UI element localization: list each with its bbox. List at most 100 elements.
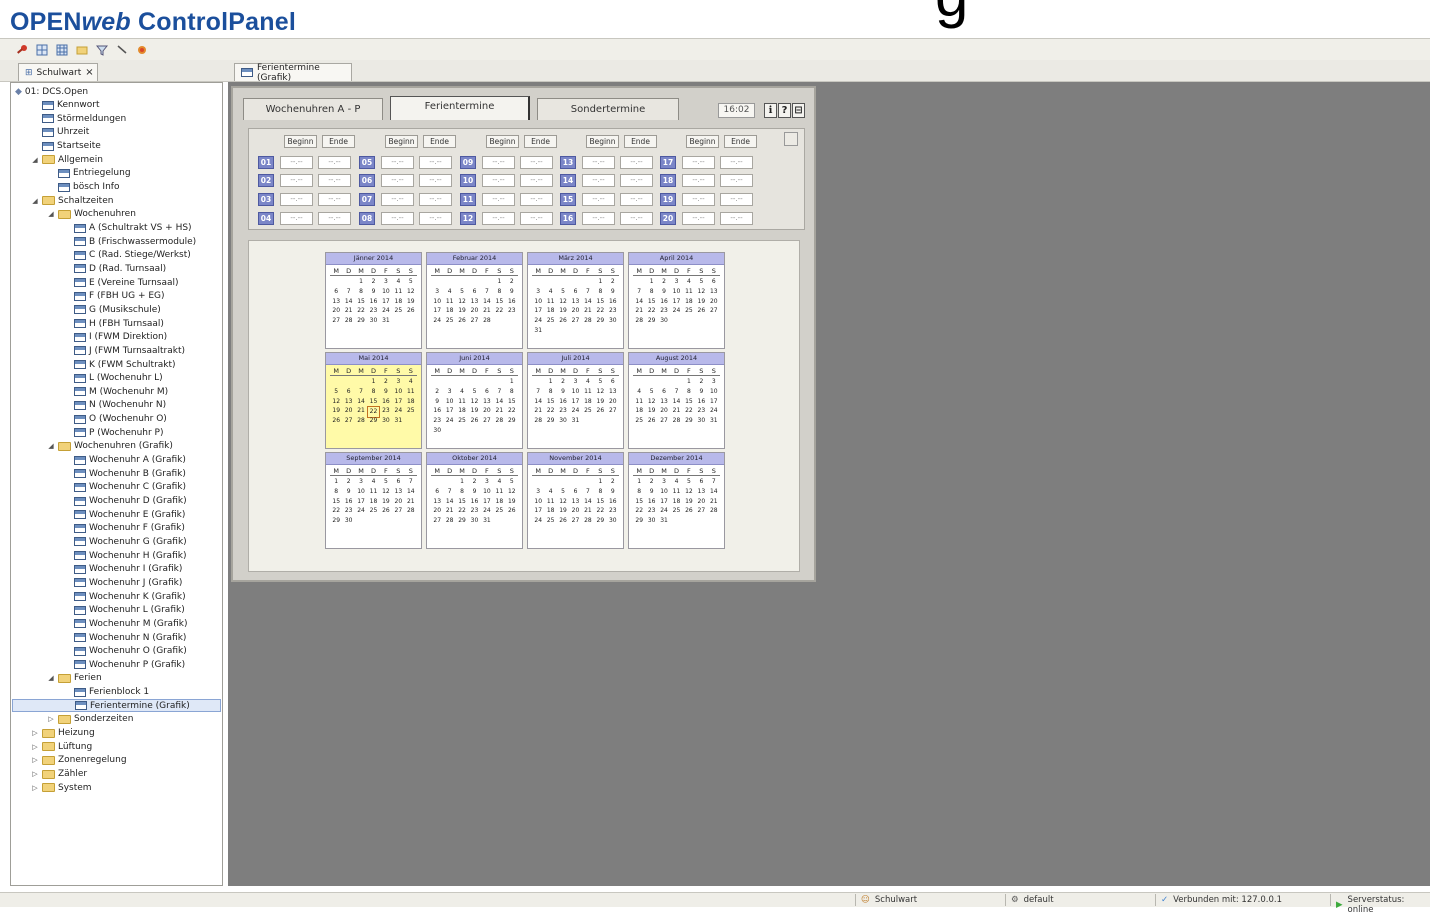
tree-item[interactable]: Wochenuhr J (Grafik) — [63, 576, 182, 589]
tree-item[interactable]: ◢ Allgemein — [31, 153, 103, 166]
day-cell[interactable]: 26 — [683, 506, 695, 516]
tree-item[interactable]: L (Wochenuhr L) — [63, 372, 163, 385]
holiday-begin-input[interactable]: --.-- — [582, 174, 615, 187]
day-cell[interactable]: 3 — [532, 287, 544, 297]
day-cell[interactable]: 16 — [380, 397, 392, 407]
day-cell[interactable]: 5 — [557, 287, 569, 297]
day-cell[interactable]: 2 — [607, 477, 619, 487]
day-cell[interactable]: 11 — [582, 387, 594, 397]
day-cell[interactable]: 31 — [481, 516, 493, 526]
day-cell[interactable]: 29 — [683, 416, 695, 426]
day-cell[interactable]: 15 — [594, 497, 606, 507]
day-cell[interactable]: 9 — [506, 287, 518, 297]
day-cell[interactable]: 14 — [633, 297, 645, 307]
day-cell[interactable]: 29 — [456, 516, 468, 526]
day-cell[interactable]: 6 — [708, 277, 720, 287]
holiday-begin-input[interactable]: --.-- — [682, 156, 715, 169]
day-cell[interactable]: 14 — [582, 297, 594, 307]
day-cell[interactable]: 7 — [493, 387, 505, 397]
day-cell[interactable]: 13 — [330, 297, 342, 307]
day-cell[interactable]: 27 — [569, 516, 581, 526]
day-cell[interactable]: 30 — [645, 516, 657, 526]
day-cell[interactable]: 21 — [443, 506, 455, 516]
holiday-begin-input[interactable]: --.-- — [582, 156, 615, 169]
day-cell[interactable]: 18 — [405, 397, 417, 407]
day-cell[interactable]: 14 — [493, 397, 505, 407]
day-cell[interactable]: 4 — [670, 477, 682, 487]
day-cell[interactable]: 19 — [683, 497, 695, 507]
holiday-end-input[interactable]: --.-- — [620, 212, 653, 225]
day-cell[interactable]: 14 — [532, 397, 544, 407]
day-cell[interactable]: 26 — [330, 416, 342, 426]
day-cell[interactable]: 21 — [532, 406, 544, 416]
day-cell[interactable]: 2 — [607, 277, 619, 287]
day-cell[interactable]: 17 — [532, 306, 544, 316]
day-cell[interactable]: 12 — [330, 397, 342, 407]
day-cell[interactable]: 8 — [330, 487, 342, 497]
collapse-icon[interactable]: ◢ — [31, 156, 39, 164]
day-cell[interactable]: 2 — [557, 377, 569, 387]
day-cell[interactable]: 11 — [405, 387, 417, 397]
day-cell[interactable]: 30 — [695, 416, 707, 426]
day-cell[interactable]: 6 — [342, 387, 354, 397]
day-cell[interactable]: 19 — [557, 306, 569, 316]
day-cell[interactable]: 28 — [355, 416, 367, 426]
holiday-begin-input[interactable]: --.-- — [582, 193, 615, 206]
day-cell[interactable]: 25 — [405, 406, 417, 418]
tree-item[interactable]: Wochenuhr O (Grafik) — [63, 645, 187, 658]
holiday-begin-input[interactable]: --.-- — [482, 156, 515, 169]
day-cell[interactable]: 6 — [481, 387, 493, 397]
day-cell[interactable]: 15 — [645, 297, 657, 307]
day-cell[interactable]: 6 — [658, 387, 670, 397]
day-cell[interactable]: 19 — [645, 406, 657, 416]
day-cell[interactable]: 28 — [708, 506, 720, 516]
day-cell[interactable]: 3 — [392, 377, 404, 387]
tree-item[interactable]: Wochenuhr D (Grafik) — [63, 495, 187, 508]
day-cell[interactable]: 26 — [506, 506, 518, 516]
day-cell[interactable]: 1 — [506, 377, 518, 387]
day-cell[interactable]: 5 — [557, 487, 569, 497]
day-cell[interactable]: 24 — [658, 506, 670, 516]
holiday-begin-input[interactable]: --.-- — [280, 212, 313, 225]
day-cell[interactable]: 29 — [355, 316, 367, 326]
close-icon[interactable]: × — [85, 67, 93, 78]
day-cell[interactable]: 4 — [544, 287, 556, 297]
day-cell[interactable]: 22 — [493, 306, 505, 316]
day-cell[interactable]: 10 — [708, 387, 720, 397]
day-cell[interactable]: 12 — [468, 397, 480, 407]
day-cell[interactable]: 19 — [506, 497, 518, 507]
holiday-begin-input[interactable]: --.-- — [381, 156, 414, 169]
expand-icon[interactable]: ▷ — [31, 743, 39, 751]
day-cell[interactable]: 12 — [506, 487, 518, 497]
day-cell[interactable]: 27 — [569, 316, 581, 326]
holiday-end-input[interactable]: --.-- — [419, 212, 452, 225]
day-cell[interactable]: 24 — [670, 306, 682, 316]
pointer-icon[interactable] — [116, 44, 128, 56]
day-cell[interactable]: 25 — [544, 316, 556, 326]
day-cell[interactable]: 11 — [367, 487, 379, 497]
tree-item[interactable]: Wochenuhr P (Grafik) — [63, 658, 185, 671]
day-cell[interactable]: 4 — [405, 377, 417, 387]
day-cell[interactable]: 24 — [708, 406, 720, 416]
day-cell[interactable]: 27 — [658, 416, 670, 426]
day-cell[interactable]: 10 — [481, 487, 493, 497]
day-cell[interactable]: 7 — [532, 387, 544, 397]
day-cell[interactable]: 21 — [582, 306, 594, 316]
day-cell[interactable]: 13 — [468, 297, 480, 307]
day-cell[interactable]: 15 — [330, 497, 342, 507]
holiday-begin-input[interactable]: --.-- — [381, 212, 414, 225]
day-cell[interactable]: 8 — [506, 387, 518, 397]
holiday-end-input[interactable]: --.-- — [520, 174, 553, 187]
holiday-end-input[interactable]: --.-- — [520, 156, 553, 169]
day-cell[interactable]: 25 — [582, 406, 594, 416]
tree-item[interactable]: ◢ Ferien — [47, 672, 101, 685]
day-cell[interactable]: 29 — [330, 516, 342, 526]
day-cell[interactable]: 14 — [355, 397, 367, 407]
day-cell[interactable]: 15 — [367, 397, 379, 407]
day-cell[interactable]: 24 — [481, 506, 493, 516]
day-cell[interactable]: 18 — [456, 406, 468, 416]
tree-item[interactable]: F (FBH UG + EG) — [63, 290, 165, 303]
day-cell[interactable]: 22 — [330, 506, 342, 516]
day-cell[interactable]: 6 — [569, 287, 581, 297]
day-cell[interactable]: 20 — [695, 497, 707, 507]
